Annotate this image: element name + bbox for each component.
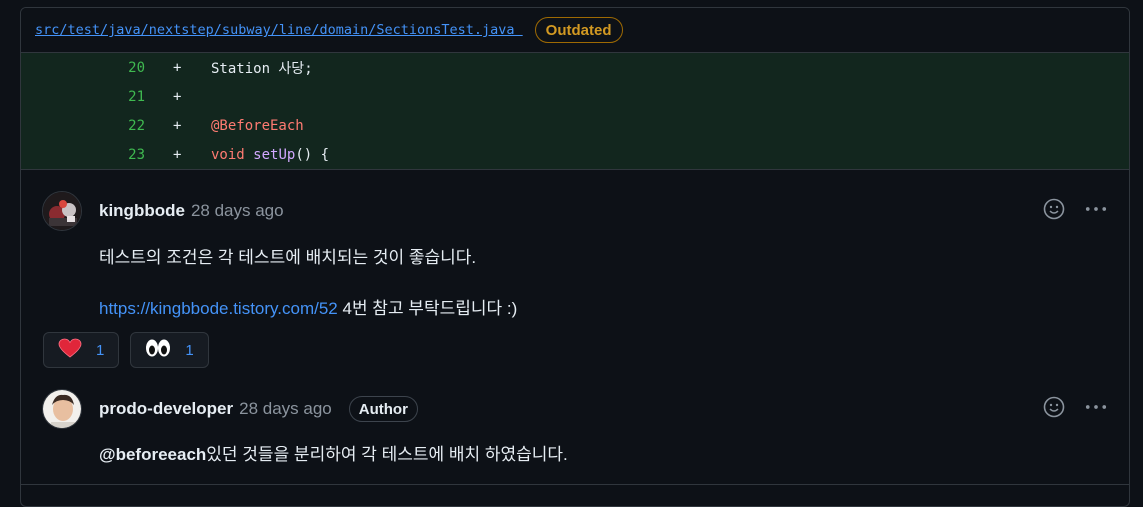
comment-prodo-developer: prodo-developer 28 days ago Author @befo… [21, 389, 1129, 479]
comment-header: prodo-developer 28 days ago Author [99, 396, 418, 422]
file-path-link[interactable]: src/test/java/nextstep/subway/line/domai… [35, 22, 523, 38]
divider [21, 484, 1129, 485]
timestamp[interactable]: 28 days ago [239, 399, 332, 419]
code-text: Station 사당; [211, 60, 313, 77]
reaction-eyes[interactable]: 1 [130, 332, 209, 368]
eyes-icon [145, 338, 171, 363]
code-annotation: @BeforeEach [211, 117, 304, 134]
comment-actions [1043, 396, 1107, 418]
diff-line: 20 + Station 사당; [21, 53, 1129, 82]
review-thread: src/test/java/nextstep/subway/line/domai… [20, 7, 1130, 507]
comment-kingbbode: kingbbode 28 days ago 테스트의 조건은 각 테스트에 배치… [21, 191, 1129, 371]
blog-link[interactable]: https://kingbbode.tistory.com/52 [99, 299, 338, 318]
comment-text-line: https://kingbbode.tistory.com/52 4번 참고 부… [99, 297, 517, 321]
file-header: src/test/java/nextstep/subway/line/domai… [21, 8, 1129, 53]
diff-sign: + [173, 88, 182, 105]
author-name[interactable]: kingbbode [99, 201, 185, 221]
avatar[interactable] [42, 389, 82, 429]
comment-text-line: @beforeeach있던 것들을 분리하여 각 테스트에 배치 하였습니다. [99, 443, 568, 467]
comment-text-line: 테스트의 조건은 각 테스트에 배치되는 것이 좋습니다. [99, 248, 477, 267]
add-reaction-smiley-icon[interactable] [1043, 198, 1065, 220]
reaction-heart[interactable]: 1 [43, 332, 120, 368]
comment-header: kingbbode 28 days ago [99, 199, 284, 223]
add-reaction-smiley-icon[interactable] [1043, 396, 1065, 418]
author-badge: Author [348, 396, 418, 422]
user-mention[interactable]: @beforeeach [99, 445, 206, 464]
diff-sign: + [173, 146, 182, 163]
more-options-kebab-icon[interactable] [1085, 198, 1107, 220]
line-number[interactable]: 20 [21, 60, 145, 76]
outdated-badge: Outdated [534, 17, 623, 43]
avatar[interactable] [42, 191, 82, 231]
code-text: void setUp() { [185, 147, 329, 163]
code-function-name: setUp [253, 146, 296, 163]
diff-sign: + [173, 59, 182, 76]
line-number[interactable]: 21 [21, 89, 145, 105]
author-name[interactable]: prodo-developer [99, 399, 233, 419]
diff-line: 23 + void setUp() { [21, 140, 1129, 169]
comment-text-rest: 4번 참고 부탁드립니다 :) [337, 299, 518, 318]
comment-actions [1043, 198, 1107, 220]
line-number[interactable]: 22 [21, 118, 145, 134]
reaction-count: 1 [96, 341, 105, 359]
timestamp[interactable]: 28 days ago [191, 201, 284, 221]
line-number[interactable]: 23 [21, 147, 145, 163]
reactions-bar: 1 1 [43, 332, 209, 368]
more-options-kebab-icon[interactable] [1085, 396, 1107, 418]
comment-text-rest: 있던 것들을 분리하여 각 테스트에 배치 하였습니다. [206, 445, 568, 464]
comment-body: 테스트의 조건은 각 테스트에 배치되는 것이 좋습니다. https://ki… [99, 246, 517, 321]
diff-hunk: 20 + Station 사당; 21 + 22 + @BeforeEach 2… [21, 53, 1129, 170]
reaction-count: 1 [185, 341, 194, 359]
heart-icon [58, 338, 82, 363]
comment-body: @beforeeach있던 것들을 분리하여 각 테스트에 배치 하였습니다. [99, 443, 568, 467]
diff-line: 21 + [21, 82, 1129, 111]
code-keyword: void [211, 146, 245, 163]
diff-sign: + [173, 117, 182, 134]
diff-line: 22 + @BeforeEach [21, 111, 1129, 140]
code-rest: () { [295, 146, 330, 163]
